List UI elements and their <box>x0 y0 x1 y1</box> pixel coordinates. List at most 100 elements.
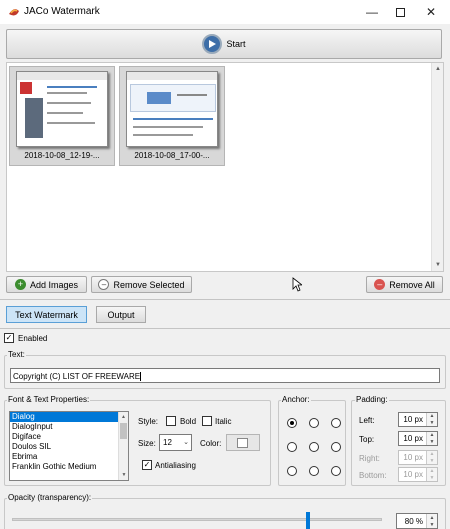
start-button[interactable]: Start <box>6 29 442 59</box>
start-label: Start <box>226 39 246 49</box>
italic-label: Italic <box>215 417 232 426</box>
font-list[interactable]: Dialog DialogInput Digiface Doulos SIL E… <box>9 411 129 481</box>
size-value: 12 <box>163 438 172 447</box>
spinner-arrows-icon[interactable]: ▲ ▼ <box>426 451 437 464</box>
padding-left-spinner[interactable]: 10 px ▲ ▼ <box>398 412 438 427</box>
chevron-down-icon: ⌄ <box>183 439 189 446</box>
anchor-radio-top-right[interactable] <box>331 418 341 428</box>
app-icon <box>9 9 19 16</box>
minimize-button[interactable]: — <box>357 0 387 24</box>
scroll-up-icon[interactable]: ▲ <box>432 63 444 75</box>
image-list-scrollbar[interactable]: ▲ ▼ <box>431 63 443 271</box>
tab-text-watermark-label: Text Watermark <box>15 309 78 320</box>
padding-group-title: Padding: <box>355 395 389 404</box>
padding-bottom-label: Bottom: <box>359 471 387 480</box>
text-group-title: Text: <box>7 350 26 359</box>
anchor-group-title: Anchor: <box>281 395 311 404</box>
image-thumbnail[interactable]: 2018-10-08_12-19-... <box>9 66 115 166</box>
padding-top-spinner[interactable]: 10 px ▲ ▼ <box>398 431 438 446</box>
list-item[interactable]: Doulos SIL <box>10 442 128 452</box>
anchor-radio-bottom-left[interactable] <box>287 466 297 476</box>
close-button[interactable]: ✕ <box>416 0 446 24</box>
list-item[interactable]: Digiface <box>10 432 128 442</box>
spinner-arrows-icon[interactable]: ▲ ▼ <box>426 514 437 528</box>
opacity-group-title: Opacity (transparency): <box>7 493 93 502</box>
remove-all-icon: – <box>374 279 386 290</box>
start-icon <box>202 34 223 54</box>
enabled-checkbox[interactable]: ✓ <box>4 333 14 343</box>
color-picker-button[interactable] <box>226 434 260 451</box>
list-item[interactable]: DialogInput <box>10 422 128 432</box>
tab-output[interactable]: Output <box>96 306 146 323</box>
scroll-down-icon[interactable]: ▼ <box>119 470 129 480</box>
anchor-radio-bottom-center[interactable] <box>309 466 319 476</box>
bold-checkbox[interactable] <box>166 416 176 426</box>
watermark-text-value: Copyright (C) LIST OF FREEWARE <box>13 372 141 381</box>
color-label: Color: <box>200 439 222 448</box>
padding-bottom-value: 10 px <box>403 470 423 479</box>
close-icon: ✕ <box>425 5 437 19</box>
padding-left-label: Left: <box>359 416 375 425</box>
opacity-group <box>4 498 446 529</box>
remove-all-button[interactable]: – Remove All <box>366 276 443 293</box>
style-label: Style: <box>138 417 159 426</box>
opacity-slider-thumb[interactable] <box>306 512 310 529</box>
spinner-arrows-icon[interactable]: ▲ ▼ <box>426 432 437 445</box>
padding-bottom-spinner[interactable]: 10 px ▲ ▼ <box>398 467 438 482</box>
scroll-up-icon[interactable]: ▲ <box>119 412 128 422</box>
spinner-arrows-icon[interactable]: ▲ ▼ <box>426 468 437 481</box>
list-item[interactable]: Ebrima <box>10 452 128 462</box>
remove-selected-button[interactable]: – Remove Selected <box>91 276 192 293</box>
font-list-scrollbar[interactable]: ▲ ▼ <box>118 412 128 480</box>
window-title: JACo Watermark <box>24 6 100 17</box>
enabled-checkbox-row[interactable]: ✓ Enabled <box>4 333 47 343</box>
thumbnail-image <box>16 71 108 147</box>
size-label: Size: <box>138 439 156 448</box>
thumbnail-label: 2018-10-08_12-19-... <box>24 151 100 160</box>
tab-output-label: Output <box>107 309 135 320</box>
anchor-radio-top-center[interactable] <box>309 418 319 428</box>
thumbnail-image <box>126 71 218 147</box>
bold-label: Bold <box>180 417 197 426</box>
anchor-radio-middle-left[interactable] <box>287 442 297 452</box>
color-swatch <box>237 438 248 448</box>
antialiasing-checkbox[interactable]: ✓ <box>142 460 152 470</box>
image-thumbnail[interactable]: 2018-10-08_17-00-... <box>119 66 225 166</box>
anchor-radio-middle-right[interactable] <box>331 442 341 452</box>
scroll-down-icon[interactable]: ▼ <box>432 259 444 271</box>
tab-text-watermark[interactable]: Text Watermark <box>6 306 87 323</box>
padding-left-value: 10 px <box>403 415 423 424</box>
remove-all-label: Remove All <box>389 279 435 290</box>
scroll-thumb[interactable] <box>120 423 127 439</box>
padding-right-spinner[interactable]: 10 px ▲ ▼ <box>398 450 438 465</box>
opacity-value: 80 % <box>404 516 423 526</box>
opacity-slider-track[interactable] <box>12 518 382 521</box>
padding-right-label: Right: <box>359 454 380 463</box>
anchor-radio-top-left[interactable] <box>287 418 297 428</box>
thumbnail-label: 2018-10-08_17-00-... <box>134 151 210 160</box>
divider <box>0 328 450 329</box>
remove-selected-label: Remove Selected <box>113 279 185 290</box>
mouse-cursor-icon <box>292 277 302 292</box>
add-images-label: Add Images <box>29 279 79 290</box>
opacity-spinner[interactable]: 80 % ▲ ▼ <box>396 513 438 529</box>
size-select[interactable]: 12 ⌄ <box>159 434 192 451</box>
minimize-icon: — <box>366 5 378 19</box>
antialiasing-label: Antialiasing <box>155 461 196 470</box>
add-images-button[interactable]: + Add Images <box>6 276 87 293</box>
add-icon: + <box>14 279 26 290</box>
padding-top-label: Top: <box>359 435 375 444</box>
list-item[interactable]: Dialog <box>10 412 128 422</box>
padding-top-value: 10 px <box>403 434 423 443</box>
padding-right-value: 10 px <box>403 453 423 462</box>
anchor-radio-bottom-right[interactable] <box>331 466 341 476</box>
italic-checkbox[interactable] <box>202 416 212 426</box>
divider <box>0 299 450 300</box>
anchor-radio-center[interactable] <box>309 442 319 452</box>
enabled-label: Enabled <box>18 333 48 343</box>
maximize-icon <box>395 7 405 17</box>
maximize-button[interactable] <box>385 0 415 24</box>
list-item[interactable]: Franklin Gothic Medium <box>10 462 128 472</box>
spinner-arrows-icon[interactable]: ▲ ▼ <box>426 413 437 426</box>
watermark-text-input[interactable]: Copyright (C) LIST OF FREEWARE <box>10 368 440 383</box>
